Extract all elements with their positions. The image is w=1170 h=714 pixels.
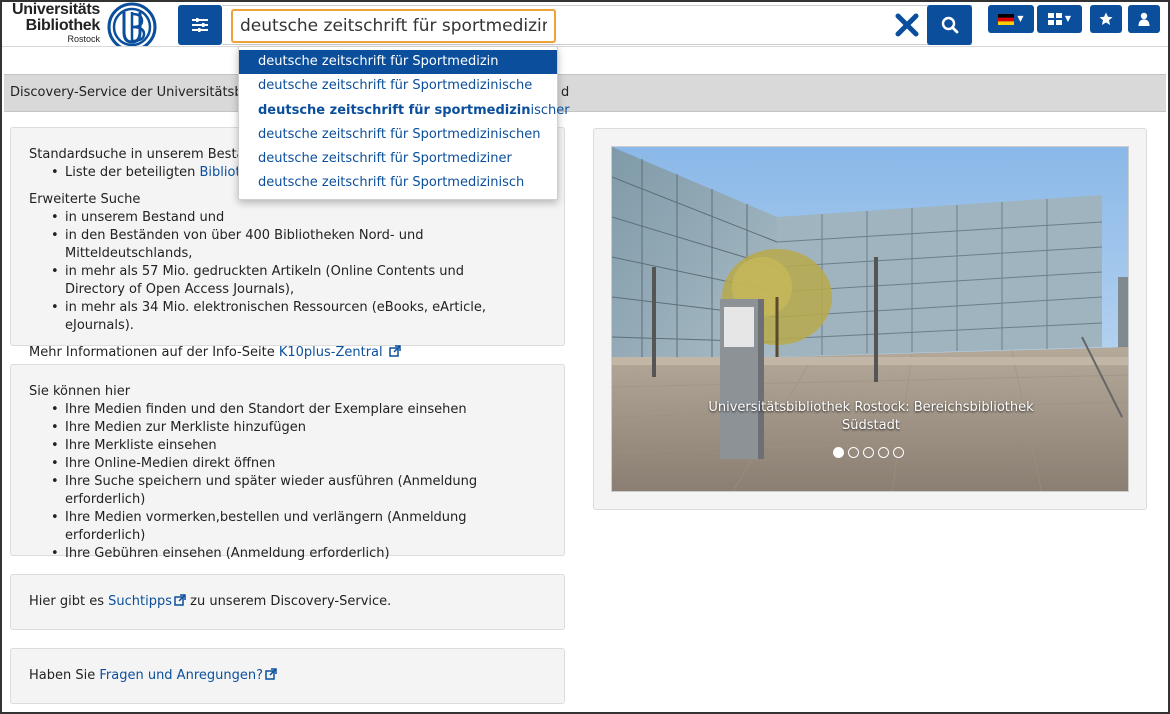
carousel-dot-1[interactable] xyxy=(833,447,844,458)
list-item: in unserem Bestand und xyxy=(51,209,546,227)
carousel-indicators xyxy=(833,447,904,458)
suggestion-item[interactable]: deutsche zeitschrift für Sportmediziner xyxy=(239,147,557,171)
carousel-dot-3[interactable] xyxy=(863,447,874,458)
external-link-icon xyxy=(174,594,186,606)
suggestion-item[interactable]: deutsche zeitschrift für Sportmedizinisc… xyxy=(239,74,557,98)
page-frame: Universitäts Bibliothek Rostock deutsche… xyxy=(0,0,1170,714)
caption-line1: Universitätsbibliothek Rostock: Bereichs… xyxy=(708,400,1034,415)
search-icon xyxy=(941,16,958,34)
list-item: in mehr als 34 Mio. elektronischen Resso… xyxy=(51,299,546,335)
header-divider xyxy=(2,46,1168,73)
suggestion-item[interactable]: deutsche zeitschrift für Sportmedizin xyxy=(239,50,557,75)
logo-line3: Rostock xyxy=(67,34,100,44)
suggestion-item[interactable]: deutsche zeitschrift für Sportmedizinisc… xyxy=(239,123,557,147)
features-panel: Sie können hier Ihre Medien finden und d… xyxy=(10,364,565,563)
logo-text: Universitäts Bibliothek Rostock xyxy=(4,2,100,44)
search-button[interactable] xyxy=(927,5,972,45)
list-item: in mehr als 57 Mio. gedruckten Artikeln … xyxy=(51,263,521,299)
suggestion-item[interactable]: deutsche zeitschrift für sportmedizinisc… xyxy=(239,99,570,123)
more-info-label: Mehr Informationen auf der Info-Seite xyxy=(29,345,279,360)
list-item: Ihre Merkliste einsehen xyxy=(51,437,546,455)
caption-line2: Südstadt xyxy=(842,418,900,433)
grid-icon xyxy=(1047,13,1062,25)
logo-line1: Universitäts xyxy=(12,1,100,18)
close-icon xyxy=(895,13,919,37)
search-input[interactable] xyxy=(231,9,556,43)
list-item: Ihre Online-Medien direkt öffnen xyxy=(51,455,546,473)
external-link-icon xyxy=(265,668,277,680)
library-building-photo xyxy=(612,147,1128,491)
list-item: Ihre Medien zur Merkliste hinzufügen xyxy=(51,419,546,437)
chevron-down-icon: ▼ xyxy=(1017,14,1024,23)
list-item: Ihre Suche speichern und später wieder a… xyxy=(51,473,546,509)
suggestion-text: deutsche zeitschrift für Sportmedizinisc… xyxy=(258,126,541,142)
apps-menu-button[interactable]: ▼ xyxy=(1037,5,1082,33)
list-item: Ihre Medien finden und den Standort der … xyxy=(51,401,546,419)
suggestion-text: deutsche zeitschrift für Sportmedizinisc… xyxy=(258,175,525,191)
user-account-button[interactable] xyxy=(1128,5,1160,33)
language-menu-button[interactable]: ▼ xyxy=(988,5,1034,33)
user-icon xyxy=(1138,12,1150,26)
suggestion-text: deutsche zeitschrift für Sportmediziner xyxy=(258,151,512,167)
suggestion-text: deutsche zeitschrift für Sportmedizinisc… xyxy=(258,78,533,94)
favorites-button[interactable] xyxy=(1090,5,1122,33)
image-carousel-panel: Universitätsbibliothek Rostock: Bereichs… xyxy=(593,128,1147,510)
search-options-button[interactable] xyxy=(178,5,222,45)
autocomplete-dropdown: deutsche zeitschrift für Sportmedizin de… xyxy=(238,46,570,200)
logo-line2: Bibliothek xyxy=(25,17,101,34)
suggestion-text: deutsche zeitschrift für Sportmedizin xyxy=(258,54,499,69)
info-bar: Discovery-Service der Universitätsbibl d xyxy=(4,74,1166,112)
features-list: Ihre Medien finden und den Standort der … xyxy=(29,401,546,563)
carousel-caption: Universitätsbibliothek Rostock: Bereichs… xyxy=(612,399,1128,435)
list-item: in den Beständen von über 400 Bibliothek… xyxy=(51,227,546,263)
search-tips-link[interactable]: Suchtipps xyxy=(108,594,172,609)
carousel-dot-4[interactable] xyxy=(878,447,889,458)
features-heading: Sie können hier xyxy=(29,384,131,399)
suggestion-match-text: deutsche zeitschrift für sportmedizin xyxy=(258,102,531,118)
info-bar-text: Discovery-Service der Universitätsbibl xyxy=(10,85,259,100)
carousel-slide[interactable]: Universitätsbibliothek Rostock: Bereichs… xyxy=(611,146,1129,492)
star-icon xyxy=(1099,12,1113,25)
search-tips-prefix: Hier gibt es xyxy=(29,594,109,609)
suggestion-item[interactable]: deutsche zeitschrift für Sportmedizinisc… xyxy=(239,171,557,195)
header: Universitäts Bibliothek Rostock deutsche… xyxy=(2,2,1168,52)
carousel-dot-2[interactable] xyxy=(848,447,859,458)
list-item: Ihre Gebühren einsehen (Anmeldung erford… xyxy=(51,545,546,563)
library-logo[interactable]: Universitäts Bibliothek Rostock xyxy=(4,2,164,52)
k10plus-link[interactable]: K10plus-Zentral xyxy=(279,345,383,360)
more-info-text: Mehr Informationen auf der Info-Seite K1… xyxy=(29,344,546,362)
list-item: Ihre Medien vormerken,bestellen und verl… xyxy=(51,509,546,545)
info-bar-text-tail: d xyxy=(561,85,570,100)
sliders-icon xyxy=(192,18,208,32)
feedback-prefix: Haben Sie xyxy=(29,668,100,683)
carousel-dot-5[interactable] xyxy=(893,447,904,458)
list-item-text: Liste der beteiligten xyxy=(65,165,200,180)
flag-de-icon xyxy=(998,13,1015,25)
chevron-down-icon: ▼ xyxy=(1064,14,1072,23)
search-tips-suffix: zu unserem Discovery-Service. xyxy=(186,594,392,609)
clear-search-button[interactable] xyxy=(892,10,922,40)
feedback-link[interactable]: Fragen und Anregungen? xyxy=(99,668,263,683)
external-link-icon xyxy=(389,345,401,357)
search-tips-text: Hier gibt es Suchtipps zu unserem Discov… xyxy=(29,593,546,611)
feedback-text: Haben Sie Fragen und Anregungen? xyxy=(29,667,546,685)
extended-search-list: in unserem Bestand und in den Beständen … xyxy=(29,209,546,335)
feedback-panel: Haben Sie Fragen und Anregungen? xyxy=(10,648,565,704)
suggestion-rest-text: ischer xyxy=(530,102,570,118)
search-tips-panel: Hier gibt es Suchtipps zu unserem Discov… xyxy=(10,574,565,630)
